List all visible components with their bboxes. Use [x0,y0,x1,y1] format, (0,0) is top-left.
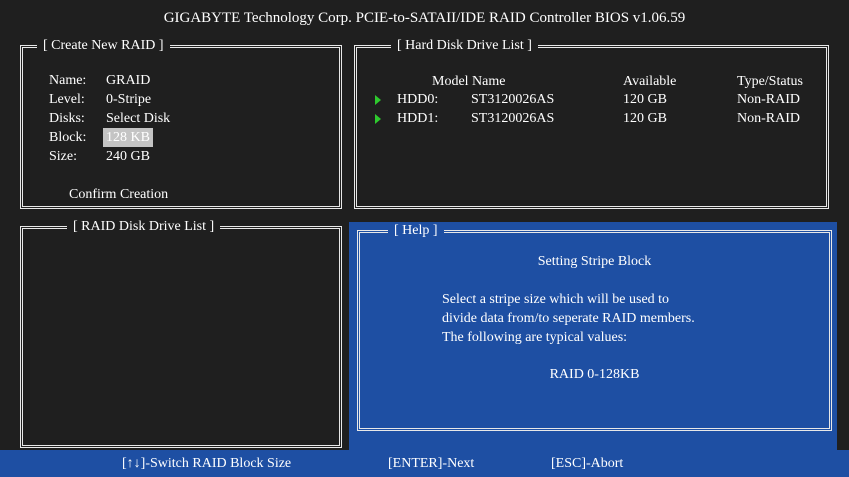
help-title: [ Help ] [388,222,444,240]
name-value[interactable]: GRAID [103,71,153,90]
block-field[interactable]: Block: 128 KB [49,128,153,147]
size-field[interactable]: Size: 240 GB [49,147,153,166]
help-text-line: The following are typical values: [442,330,628,345]
raid-list-title: [ RAID Disk Drive List ] [67,218,221,236]
table-row[interactable]: HDD1: ST3120026AS 120 GB Non-RAID [357,109,827,128]
hdd-list-panel: [ Hard Disk Drive List ] Model Name Avai… [354,37,829,209]
col-type-status: Type/Status [737,74,803,89]
level-value[interactable]: 0-Stripe [103,90,154,109]
help-text-line: Select a stripe size which will be used … [442,292,670,307]
size-label: Size: [49,149,77,164]
create-raid-title: [ Create New RAID ] [37,37,170,55]
hdd-model: ST3120026AS [471,92,555,107]
hdd-status: Non-RAID [737,111,800,126]
col-model-name: Model Name [432,74,506,89]
name-label: Name: [49,73,87,88]
hdd-model: ST3120026AS [471,111,555,126]
block-value-selected[interactable]: 128 KB [103,128,153,147]
confirm-creation-button[interactable]: Confirm Creation [69,185,168,204]
hdd-available: 120 GB [623,92,667,107]
esc-abort-hint[interactable]: [ESC]-Abort [551,450,623,477]
arrow-right-icon [375,95,381,105]
hdd-status: Non-RAID [737,92,800,107]
size-value[interactable]: 240 GB [103,147,153,166]
help-heading: Setting Stripe Block [537,254,652,269]
hdd-list-title: [ Hard Disk Drive List ] [391,37,538,55]
hdd-available: 120 GB [623,111,667,126]
footer-bar: [↑↓]-Switch RAID Block Size [ENTER]-Next… [0,450,849,477]
disks-value[interactable]: Select Disk [103,109,173,128]
col-available: Available [623,74,677,89]
window-title: GIGABYTE Technology Corp. PCIE-to-SATAII… [163,10,686,26]
create-raid-panel: [ Create New RAID ] Name: GRAID Level: 0-S… [20,37,342,209]
name-field[interactable]: Name: GRAID [49,71,153,90]
hdd-id: HDD1: [397,111,439,126]
block-label: Block: [49,130,87,145]
switch-block-size-hint[interactable]: [↑↓]-Switch RAID Block Size [122,450,291,477]
enter-next-hint[interactable]: [ENTER]-Next [388,450,474,477]
hdd-id: HDD0: [397,92,439,107]
disks-label: Disks: [49,111,85,126]
help-panel: [ Help ] Setting Stripe Block Select a s… [357,222,832,431]
help-example: RAID 0-128KB [549,367,640,382]
level-label: Level: [49,92,85,107]
arrow-right-icon [375,114,381,124]
level-field[interactable]: Level: 0-Stripe [49,90,154,109]
raid-list-panel: [ RAID Disk Drive List ] [20,218,342,448]
disks-field[interactable]: Disks: Select Disk [49,109,173,128]
table-row[interactable]: HDD0: ST3120026AS 120 GB Non-RAID [357,90,827,109]
help-text-line: divide data from/to seperate RAID member… [442,311,695,326]
